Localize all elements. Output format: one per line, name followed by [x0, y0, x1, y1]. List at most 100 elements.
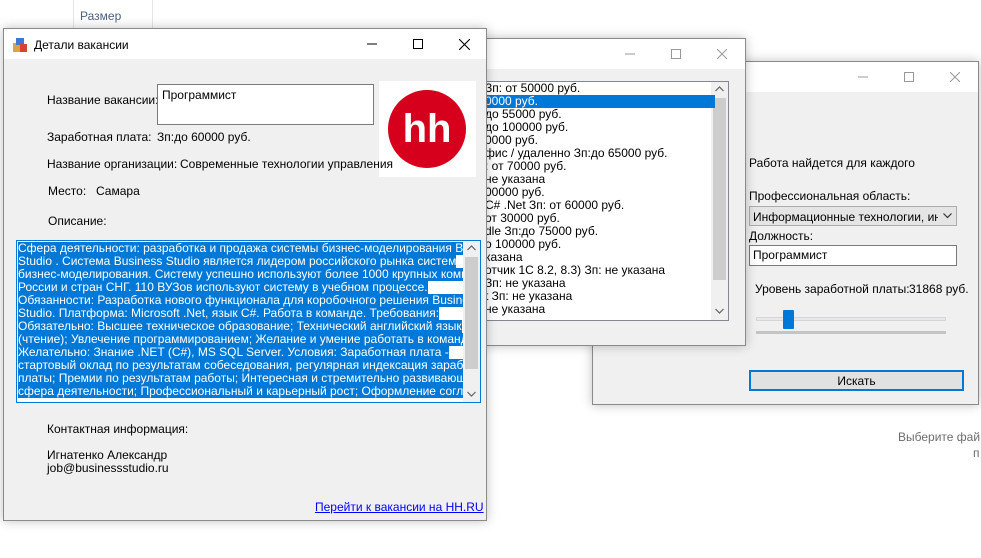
list-item[interactable]: казана: [485, 251, 715, 264]
description-line-text: сфера деятельности; Профессиональный и к…: [18, 385, 465, 398]
list-item[interactable]: dle Зп:до 75000 руб.: [485, 225, 715, 238]
minimize-icon: [858, 76, 868, 78]
slider-tick-line: [756, 331, 946, 334]
close-button[interactable]: [932, 62, 978, 92]
description-textarea[interactable]: Сфера деятельности: разработка и продажа…: [16, 240, 481, 403]
description-line: (чтение); Увлечение программированием; Ж…: [18, 333, 465, 346]
vacancies-list-window: Зп: от 50000 руб. 0000 руб. до 55000 руб. д…: [482, 38, 746, 346]
description-line: Studio . Система Business Studio являетс…: [18, 255, 465, 268]
description-label: Описание:: [48, 214, 107, 228]
list-item[interactable]: t Зп: не указана: [485, 290, 715, 303]
list-item[interactable]: отчик 1С 8.2, 8.3) Зп: не указана: [485, 264, 715, 277]
professional-area-combobox[interactable]: Информационные технологии, интер: [749, 206, 957, 226]
list-item[interactable]: 0000 руб.: [485, 95, 715, 108]
chevron-down-icon: [943, 213, 952, 219]
title-bar[interactable]: Детали вакансии: [4, 29, 486, 59]
title-bar[interactable]: [483, 39, 745, 69]
tagline-label: Работа найдется для каждого: [749, 156, 915, 170]
column-divider: [152, 0, 153, 30]
list-item[interactable]: 0000 руб.: [485, 134, 715, 147]
minimize-button[interactable]: [349, 29, 395, 59]
salary-slider-thumb[interactable]: [782, 310, 794, 329]
contact-label: Контактная информация:: [47, 422, 189, 436]
maximize-button[interactable]: [653, 39, 699, 69]
window-title: Детали вакансии: [34, 38, 129, 52]
professional-area-value: Информационные технологии, интер: [753, 210, 938, 224]
maximize-button[interactable]: [395, 29, 441, 59]
close-button[interactable]: [441, 29, 487, 59]
hh-logo: hh: [379, 81, 476, 177]
column-divider: [73, 0, 74, 30]
vacancies-listbox[interactable]: Зп: от 50000 руб. 0000 руб. до 55000 руб. д…: [484, 81, 729, 321]
description-line: стартовый оклад по результатам собеседов…: [18, 359, 465, 372]
salary-level-value: 31868 руб.: [909, 282, 969, 296]
description-line-text: России и стран СНГ. 110 ВУЗов используют…: [18, 281, 428, 294]
description-line: платы; Премии по результатам работы; Инт…: [18, 372, 465, 385]
description-line-text: Studio. Платформа: Microsoft .Net, язык …: [18, 307, 440, 320]
position-label: Должность:: [749, 229, 814, 243]
scroll-up-icon[interactable]: [715, 86, 724, 92]
description-line-text: Обязательно: Высшее техническое образова…: [18, 320, 462, 333]
list-item[interactable]: Зп: не указана: [485, 277, 715, 290]
scroll-down-icon[interactable]: [467, 391, 476, 397]
preview-hint-text: Выберите фай: [898, 430, 981, 444]
description-line-text: Сфера деятельности: разработка и продажа…: [18, 242, 465, 255]
salary-level-label: Уровень заработной платы:: [755, 282, 910, 296]
scrollbar-thumb[interactable]: [465, 257, 478, 369]
place-value: Самара: [96, 184, 140, 198]
search-button[interactable]: Искать: [749, 370, 964, 391]
description-line-text: Желательно: Знание .NET (C#), MS SQL Ser…: [18, 346, 449, 359]
list-item[interactable]: 00000 руб.: [485, 186, 715, 199]
description-line: Обязательно: Высшее техническое образова…: [18, 320, 465, 333]
minimize-button[interactable]: [840, 62, 886, 92]
preview-hint-text-2: п: [973, 446, 980, 460]
list-item[interactable]: не указана: [485, 173, 715, 186]
list-item[interactable]: Зп: от 50000 руб.: [485, 82, 715, 95]
close-icon: [950, 72, 960, 82]
contact-email: job@businessstudio.ru: [47, 461, 169, 475]
list-item[interactable]: C# .Net Зп: от 60000 руб.: [485, 199, 715, 212]
list-item[interactable]: : от 70000 руб.: [485, 160, 715, 173]
list-item[interactable]: не указана: [485, 303, 715, 316]
vacancy-name-field[interactable]: Программист: [157, 84, 374, 125]
description-line: Studio. Платформа: Microsoft .Net, язык …: [18, 307, 465, 320]
scroll-up-icon[interactable]: [467, 245, 476, 251]
list-item[interactable]: до 100000 руб.: [485, 121, 715, 134]
list-item[interactable]: до 55000 руб.: [485, 108, 715, 121]
open-vacancy-link[interactable]: Перейти к вакансии на HH.RU: [315, 500, 484, 514]
svg-text:hh: hh: [403, 107, 452, 151]
description-scrollbar[interactable]: [463, 241, 480, 402]
list-item[interactable]: фис / удаленно Зп:до 65000 руб.: [485, 147, 715, 160]
description-line-text: платы; Премии по результатам работы; Инт…: [18, 372, 465, 385]
minimize-icon: [625, 53, 635, 55]
hh-logo-icon: hh: [388, 90, 466, 168]
professional-area-label: Профессиональная область:: [749, 189, 911, 203]
minimize-icon: [367, 43, 377, 45]
close-icon: [717, 49, 727, 59]
maximize-button[interactable]: [886, 62, 932, 92]
description-line: Сфера деятельности: разработка и продажа…: [18, 242, 465, 255]
minimize-button[interactable]: [607, 39, 653, 69]
organization-value: Современные технологии управления: [180, 157, 394, 171]
description-line-text: стартовый оклад по результатам собеседов…: [18, 359, 465, 372]
list-item[interactable]: о 100000 руб.: [485, 238, 715, 251]
contact-name: Игнатенко Александр: [47, 448, 168, 462]
description-line: бизнес-моделирования. Систему успешно ис…: [18, 268, 465, 281]
place-label: Место:: [48, 184, 87, 198]
description-line: Обязанности: Разработка нового функциона…: [18, 294, 465, 307]
position-input[interactable]: Программист: [749, 245, 957, 266]
app-icon: [13, 38, 27, 52]
maximize-icon: [904, 72, 914, 82]
close-button[interactable]: [699, 39, 745, 69]
vacancy-details-window: Детали вакансии Название вакансии: Прогр…: [3, 28, 487, 521]
maximize-icon: [671, 49, 681, 59]
description-line-text: Обязанности: Разработка нового функциона…: [18, 294, 465, 307]
list-item[interactable]: от 30000 руб.: [485, 212, 715, 225]
vacancy-name-label: Название вакансии:: [47, 93, 159, 107]
size-column-header[interactable]: Размер: [80, 9, 121, 23]
description-line: России и стран СНГ. 110 ВУЗов используют…: [18, 281, 465, 294]
close-icon: [458, 38, 470, 50]
scroll-down-icon[interactable]: [715, 308, 724, 314]
description-line-text: Studio . Система Business Studio являетс…: [18, 255, 457, 268]
description-line: сфера деятельности; Профессиональный и к…: [18, 385, 465, 398]
